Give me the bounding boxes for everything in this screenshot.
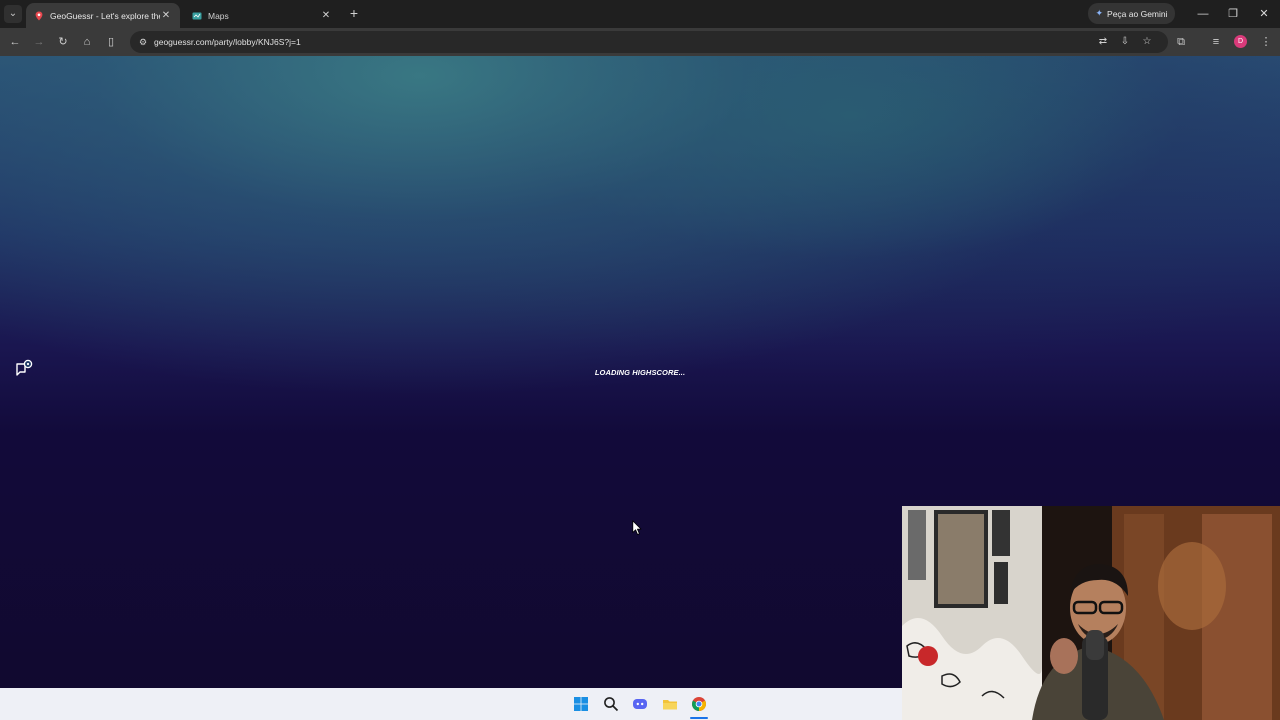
extensions-icon[interactable]: ⧉ <box>1171 32 1191 52</box>
webcam-overlay <box>902 506 1280 720</box>
media-controls-icon[interactable]: ≡ <box>1206 32 1226 52</box>
more-menu-icon[interactable]: ⋮ <box>1256 32 1276 52</box>
bookmark-star-icon[interactable]: ☆ <box>1138 31 1156 53</box>
search-icon[interactable] <box>603 696 619 712</box>
tab-geoguessr[interactable]: GeoGuessr - Let's explore the w ✕ <box>26 3 180 28</box>
tab-title: GeoGuessr - Let's explore the w <box>50 10 160 21</box>
geoguessr-pin-icon <box>35 11 43 20</box>
close-window-button[interactable]: ✕ <box>1249 0 1279 28</box>
address-bar[interactable]: ⚙ geoguessr.com/party/lobby/KNJ6S?j=1 ⇄ … <box>130 31 1168 53</box>
discord-icon[interactable] <box>632 696 648 712</box>
chevron-down-icon: ⌄ <box>4 5 22 23</box>
translate-icon[interactable]: ⇄ <box>1094 31 1112 53</box>
windows-taskbar <box>0 688 902 720</box>
gemini-button[interactable]: ✦ Peça ao Gemini <box>1088 3 1175 24</box>
loading-status: LOADING HIGHSCORE... <box>594 368 686 377</box>
profile-avatar[interactable]: D <box>1234 35 1247 48</box>
tab-maps[interactable]: Maps ✕ <box>184 3 340 28</box>
screen: ⌄ GeoGuessr - Let's explore the w ✕ Maps… <box>0 0 1280 720</box>
side-panel-button[interactable]: ▯ <box>101 32 121 52</box>
chrome-icon[interactable] <box>691 696 707 712</box>
new-tab-button[interactable]: + <box>346 5 362 21</box>
file-explorer-icon[interactable] <box>662 696 678 712</box>
back-button[interactable]: ← <box>5 32 25 52</box>
mouse-cursor-icon <box>632 520 642 535</box>
close-icon[interactable]: ✕ <box>160 10 172 21</box>
url-text[interactable]: geoguessr.com/party/lobby/KNJ6S?j=1 <box>154 37 301 47</box>
tab-title: Maps <box>208 10 229 21</box>
active-app-indicator <box>690 717 708 719</box>
browser-toolbar: ← → ↻ ⌂ ▯ ⚙ geoguessr.com/party/lobby/KN… <box>0 28 1280 56</box>
chat-settings-icon[interactable] <box>14 358 34 378</box>
tab-strip: ⌄ GeoGuessr - Let's explore the w ✕ Maps… <box>0 0 1280 28</box>
tab-search-button[interactable]: ⌄ <box>0 0 26 28</box>
gemini-label: Peça ao Gemini <box>1107 8 1168 19</box>
close-icon[interactable]: ✕ <box>320 10 332 21</box>
maps-favicon-icon <box>192 12 202 19</box>
reload-button[interactable]: ↻ <box>53 32 73 52</box>
gemini-sparkle-icon: ✦ <box>1095 8 1104 18</box>
minimize-button[interactable]: — <box>1188 0 1218 28</box>
forward-button[interactable]: → <box>29 32 49 52</box>
install-app-icon[interactable]: ⇩ <box>1116 31 1134 53</box>
home-button[interactable]: ⌂ <box>77 32 97 52</box>
windows-start-icon[interactable] <box>573 696 589 712</box>
restore-button[interactable]: ❐ <box>1218 0 1248 28</box>
site-info-icon[interactable]: ⚙ <box>136 37 150 48</box>
